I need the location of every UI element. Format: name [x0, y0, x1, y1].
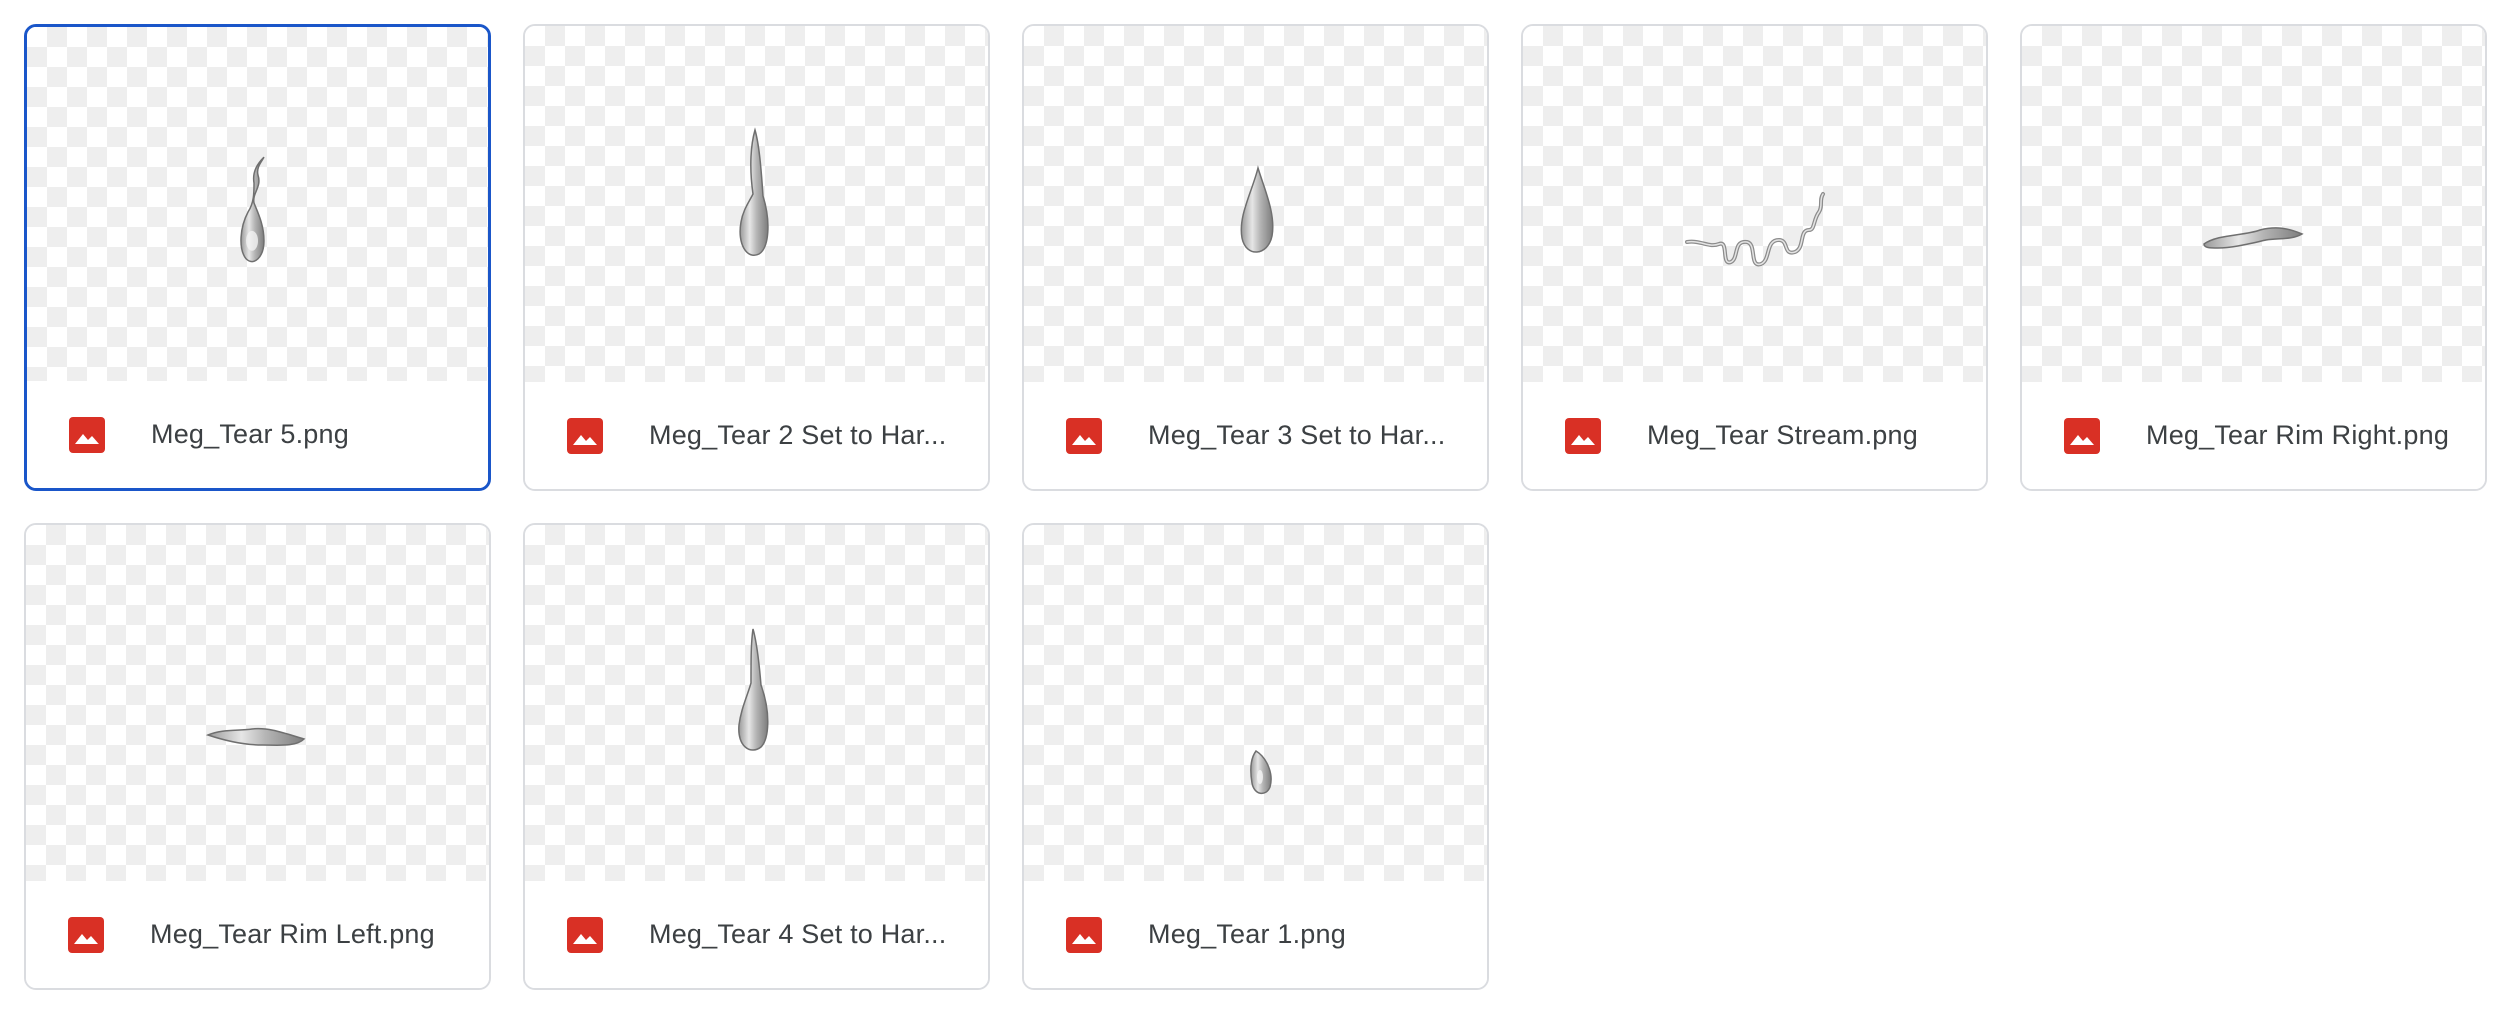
tear-drop-image	[240, 156, 265, 263]
file-tile[interactable]: Meg_Tear 5.png	[24, 24, 491, 491]
image-file-icon	[1066, 417, 1102, 454]
file-tile[interactable]: Meg_Tear 4 Set to Har...	[523, 523, 990, 990]
file-footer: Meg_Tear 2 Set to Har...	[525, 382, 988, 489]
image-file-icon	[1066, 916, 1102, 953]
file-name: Meg_Tear 3 Set to Har...	[1148, 420, 1446, 450]
file-footer: Meg_Tear Stream.png	[1523, 382, 1986, 489]
image-file-icon	[68, 916, 104, 953]
tear-rim-image	[2203, 227, 2304, 249]
file-name: Meg_Tear Rim Right.png	[2146, 420, 2450, 450]
image-file-icon	[567, 916, 603, 953]
file-thumbnail	[1024, 525, 1487, 883]
file-footer: Meg_Tear 1.png	[1024, 881, 1487, 988]
file-tile[interactable]: Meg_Tear Rim Left.png	[24, 523, 491, 990]
file-thumbnail	[2022, 26, 2485, 384]
file-thumbnail	[26, 525, 489, 883]
file-footer: Meg_Tear 5.png	[27, 381, 488, 488]
tear-stream-image	[1685, 192, 1825, 267]
tear-drop-image	[1240, 165, 1274, 253]
tear-drop-image	[1250, 750, 1272, 795]
file-thumbnail	[525, 525, 988, 883]
file-name: Meg_Tear 1.png	[1148, 919, 1346, 949]
image-file-icon	[1565, 417, 1601, 454]
file-name: Meg_Tear 2 Set to Har...	[649, 420, 947, 450]
file-footer: Meg_Tear Rim Right.png	[2022, 382, 2485, 489]
file-footer: Meg_Tear 4 Set to Har...	[525, 881, 988, 988]
file-name: Meg_Tear Rim Left.png	[150, 919, 435, 949]
file-name: Meg_Tear 5.png	[151, 419, 349, 449]
file-thumbnail	[525, 26, 988, 384]
file-thumbnail	[27, 27, 488, 385]
file-grid: Meg_Tear 5.png Meg_Tear 2 Set to Har...	[24, 24, 2487, 990]
file-name: Meg_Tear 4 Set to Har...	[649, 919, 947, 949]
file-name: Meg_Tear Stream.png	[1647, 420, 1918, 450]
file-tile[interactable]: Meg_Tear 3 Set to Har...	[1022, 24, 1489, 491]
image-file-icon	[69, 416, 105, 453]
file-tile[interactable]: Meg_Tear Rim Right.png	[2020, 24, 2487, 491]
tear-rim-image	[205, 727, 306, 746]
file-tile[interactable]: Meg_Tear 1.png	[1022, 523, 1489, 990]
image-file-icon	[567, 417, 603, 454]
file-tile[interactable]: Meg_Tear Stream.png	[1521, 24, 1988, 491]
file-tile[interactable]: Meg_Tear 2 Set to Har...	[523, 24, 990, 491]
file-footer: Meg_Tear Rim Left.png	[26, 881, 489, 988]
file-thumbnail	[1523, 26, 1986, 384]
file-thumbnail	[1024, 26, 1487, 384]
file-footer: Meg_Tear 3 Set to Har...	[1024, 382, 1487, 489]
tear-drop-image	[739, 127, 769, 256]
image-file-icon	[2064, 417, 2100, 454]
tear-drop-image	[738, 628, 769, 751]
